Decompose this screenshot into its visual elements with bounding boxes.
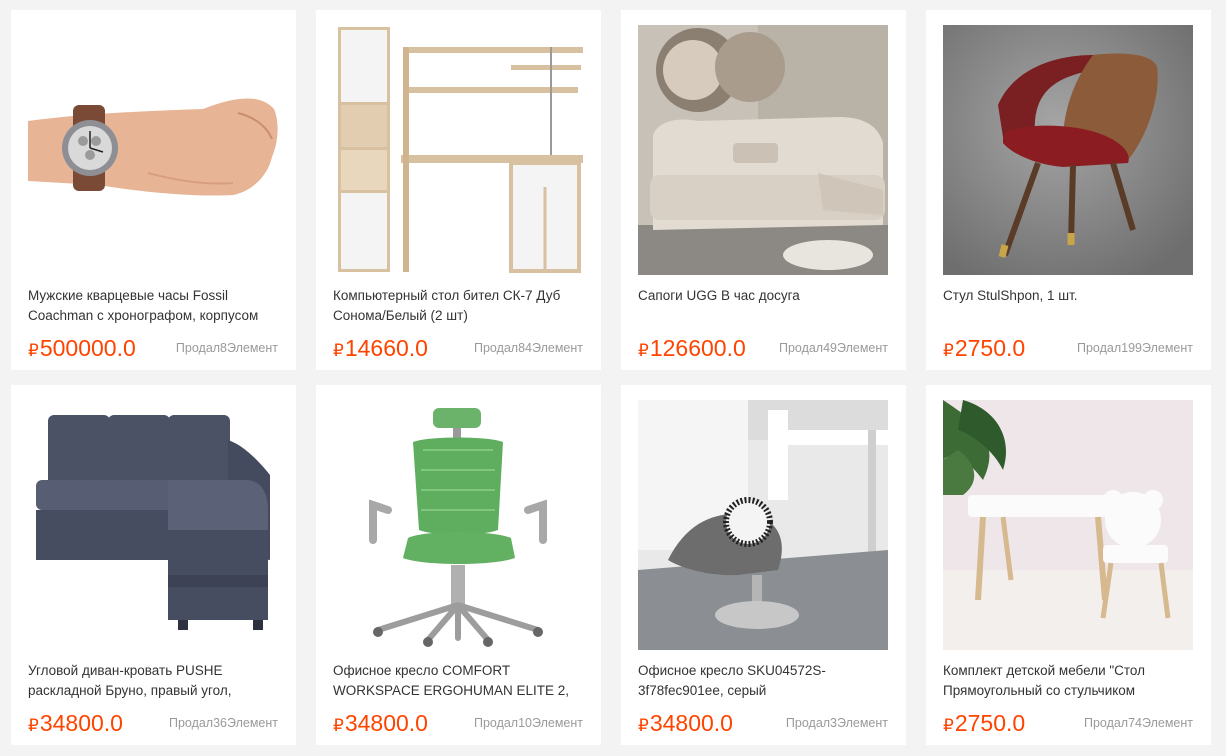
price-value: 2750.0 bbox=[954, 710, 1026, 736]
product-card[interactable]: Сапоги UGG В час досуга ₽126600.0 Продал… bbox=[621, 10, 906, 370]
currency-symbol: ₽ bbox=[943, 341, 954, 360]
product-card[interactable]: Компьютерный стол бител СК-7 Дуб Сонома/… bbox=[316, 10, 601, 370]
product-title[interactable]: Стул StulShpon, 1 шт. bbox=[943, 286, 1195, 326]
product-price: ₽500000.0 bbox=[28, 333, 136, 366]
product-image[interactable] bbox=[638, 25, 888, 275]
currency-symbol: ₽ bbox=[638, 341, 649, 360]
product-price: ₽2750.0 bbox=[943, 708, 1025, 741]
price-value: 126600.0 bbox=[649, 335, 746, 361]
product-price: ₽2750.0 bbox=[943, 333, 1025, 366]
price-value: 34800.0 bbox=[649, 710, 733, 736]
currency-symbol: ₽ bbox=[333, 341, 344, 360]
sold-count: Продал84Элемент bbox=[473, 341, 583, 355]
product-title[interactable]: Мужские кварцевые часы Fossil Coachman с… bbox=[28, 286, 280, 326]
product-price: ₽34800.0 bbox=[333, 708, 428, 741]
product-title[interactable]: Угловой диван-кровать PUSHE раскладной Б… bbox=[28, 661, 280, 701]
currency-symbol: ₽ bbox=[28, 716, 39, 735]
product-card[interactable]: Офисное кресло SKU04572S-3f78fec901ee, с… bbox=[621, 385, 906, 745]
sold-count: Продал10Элемент bbox=[473, 716, 583, 730]
product-card[interactable]: Угловой диван-кровать PUSHE раскладной Б… bbox=[11, 385, 296, 745]
product-image[interactable] bbox=[943, 25, 1193, 275]
sold-count: Продал8Элемент bbox=[175, 341, 278, 355]
product-price: ₽34800.0 bbox=[638, 708, 733, 741]
product-title[interactable]: Офисное кресло COMFORT WORKSPACE ERGOHUM… bbox=[333, 661, 585, 701]
product-price: ₽14660.0 bbox=[333, 333, 428, 366]
product-image[interactable] bbox=[333, 25, 583, 275]
product-card[interactable]: Мужские кварцевые часы Fossil Coachman с… bbox=[11, 10, 296, 370]
sold-count: Продал36Элемент bbox=[168, 716, 278, 730]
product-image[interactable] bbox=[28, 400, 278, 650]
product-card[interactable]: Офисное кресло COMFORT WORKSPACE ERGOHUM… bbox=[316, 385, 601, 745]
product-title[interactable]: Сапоги UGG В час досуга bbox=[638, 286, 890, 326]
sold-count: Продал199Элемент bbox=[1077, 341, 1193, 355]
price-value: 34800.0 bbox=[39, 710, 123, 736]
product-price: ₽34800.0 bbox=[28, 708, 123, 741]
sold-count: Продал74Элемент bbox=[1083, 716, 1193, 730]
price-value: 2750.0 bbox=[954, 335, 1026, 361]
product-image[interactable] bbox=[28, 25, 278, 275]
product-title[interactable]: Комплект детской мебели "Стол Прямоуголь… bbox=[943, 661, 1195, 701]
product-price: ₽126600.0 bbox=[638, 333, 746, 366]
product-image[interactable] bbox=[333, 400, 583, 650]
price-value: 34800.0 bbox=[344, 710, 428, 736]
product-title[interactable]: Компьютерный стол бител СК-7 Дуб Сонома/… bbox=[333, 286, 585, 326]
sold-count: Продал49Элемент bbox=[778, 341, 888, 355]
product-grid: Мужские кварцевые часы Fossil Coachman с… bbox=[11, 10, 1211, 756]
product-title[interactable]: Офисное кресло SKU04572S-3f78fec901ee, с… bbox=[638, 661, 890, 701]
product-card[interactable]: Комплект детской мебели "Стол Прямоуголь… bbox=[926, 385, 1211, 745]
product-image[interactable] bbox=[638, 400, 888, 650]
currency-symbol: ₽ bbox=[638, 716, 649, 735]
product-image[interactable] bbox=[943, 400, 1193, 650]
product-card[interactable]: Стул StulShpon, 1 шт. ₽2750.0 Продал199Э… bbox=[926, 10, 1211, 370]
price-value: 14660.0 bbox=[344, 335, 428, 361]
sold-count: Продал3Элемент bbox=[785, 716, 888, 730]
currency-symbol: ₽ bbox=[28, 341, 39, 360]
price-value: 500000.0 bbox=[39, 335, 136, 361]
currency-symbol: ₽ bbox=[943, 716, 954, 735]
currency-symbol: ₽ bbox=[333, 716, 344, 735]
